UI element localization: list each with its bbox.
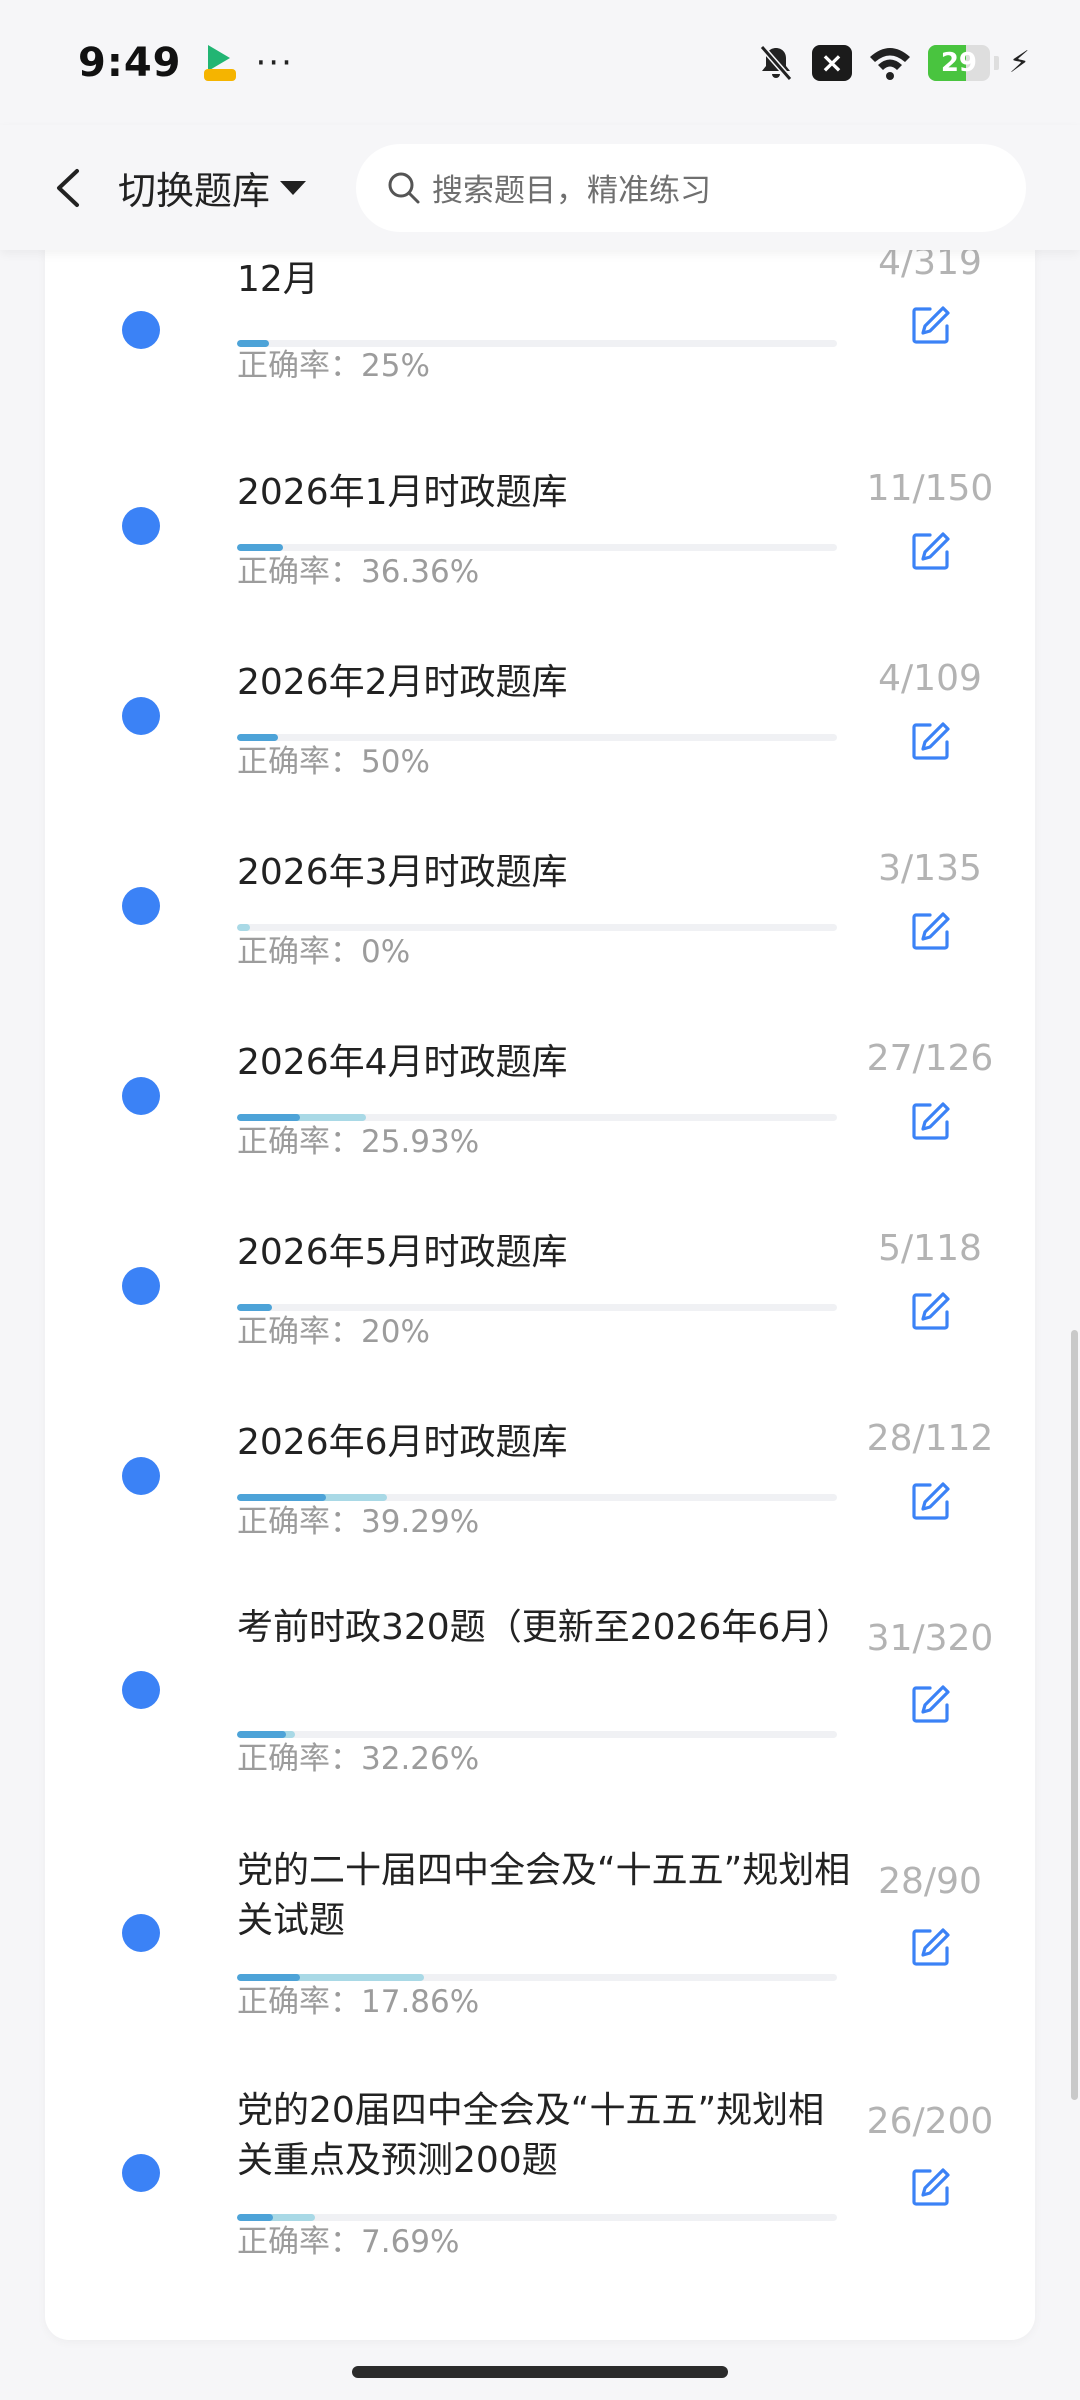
progress-count: 4/109 [878, 658, 982, 699]
accuracy-rate: 正确率：32.26% [237, 1741, 480, 1777]
home-indicator[interactable] [352, 2366, 728, 2378]
app-root: 9:49 ··· × 29 ⚡ 切换题库 搜索题目，精准练习 12月 正确率：2… [0, 0, 1080, 2400]
accuracy-rate: 正确率：7.69% [237, 2224, 460, 2260]
progress-count: 28/112 [866, 1418, 994, 1459]
status-dot [122, 2154, 160, 2192]
status-time: 9:49 [78, 39, 182, 86]
practice-edit-button[interactable] [910, 1480, 952, 1522]
practice-edit-button[interactable] [910, 530, 952, 572]
charging-icon: ⚡ [1008, 45, 1030, 80]
video-app-icon [202, 43, 238, 83]
bank-title: 2026年6月时政题库 [237, 1422, 568, 1463]
accuracy-rate: 正确率：25.93% [237, 1124, 480, 1160]
practice-edit-button[interactable] [910, 2166, 952, 2208]
search-icon [388, 172, 420, 203]
status-icons: × 29 ⚡ [756, 43, 1030, 83]
accuracy-rate: 正确率：25% [237, 348, 430, 384]
accuracy-rate: 正确率：20% [237, 1314, 430, 1350]
edit-icon [912, 532, 950, 570]
bank-title: 2026年4月时政题库 [237, 1042, 568, 1083]
progress-count: 5/118 [878, 1228, 982, 1269]
practice-edit-button[interactable] [910, 304, 952, 346]
progress-count: 11/150 [866, 468, 994, 509]
search-input[interactable]: 搜索题目，精准练习 [356, 143, 1027, 232]
top-bar: 切换题库 搜索题目，精准练习 [0, 125, 1080, 250]
caret-down-icon [280, 180, 307, 195]
bank-title: 2026年3月时政题库 [237, 852, 568, 893]
status-dot [122, 1077, 160, 1115]
edit-icon [912, 912, 950, 950]
status-dot [122, 1267, 160, 1305]
chevron-left-icon [57, 168, 79, 207]
switch-bank-label: 切换题库 [118, 169, 271, 213]
wifi-icon [868, 45, 912, 81]
edit-icon [912, 1685, 950, 1723]
bank-title: 考前时政320题（更新至2026年6月） [237, 1607, 853, 1648]
back-button[interactable] [38, 158, 98, 218]
status-dot [122, 507, 160, 545]
search-placeholder: 搜索题目，精准练习 [432, 173, 712, 209]
edit-icon [912, 722, 950, 760]
bell-muted-icon [756, 43, 796, 83]
practice-edit-button[interactable] [910, 720, 952, 762]
progress-count: 26/200 [866, 2101, 994, 2142]
status-dot [122, 1457, 160, 1495]
progress-count: 31/320 [866, 1618, 994, 1659]
edit-icon [912, 1292, 950, 1330]
battery-cap [993, 55, 999, 70]
status-dot [122, 1914, 160, 1952]
status-dot [122, 697, 160, 735]
progress-count: 28/90 [878, 1861, 982, 1902]
practice-edit-button[interactable] [910, 910, 952, 952]
edit-icon [912, 1928, 950, 1966]
progress-count: 27/126 [866, 1038, 994, 1079]
battery-icon: 29 [927, 44, 990, 81]
battery-level: 29 [940, 47, 978, 78]
bank-title: 2026年1月时政题库 [237, 472, 568, 513]
bank-title: 党的二十届四中全会及“十五五”规划相关试题 [237, 1850, 851, 1941]
edit-icon [912, 1102, 950, 1140]
bank-title: 2026年5月时政题库 [237, 1232, 568, 1273]
status-dot [122, 887, 160, 925]
practice-edit-button[interactable] [910, 1926, 952, 1968]
bank-title: 2026年2月时政题库 [237, 662, 568, 703]
scrollbar[interactable] [1071, 1330, 1078, 2100]
more-notifications-icon: ··· [255, 42, 294, 83]
accuracy-rate: 正确率：36.36% [237, 554, 480, 590]
accuracy-rate: 正确率：39.29% [237, 1504, 480, 1540]
practice-edit-button[interactable] [910, 1290, 952, 1332]
switch-bank-dropdown[interactable]: 切换题库 [118, 160, 307, 215]
practice-edit-button[interactable] [910, 1683, 952, 1725]
status-dot [122, 1671, 160, 1709]
edit-icon [912, 2168, 950, 2206]
accuracy-rate: 正确率：50% [237, 744, 430, 780]
status-bar: 9:49 ··· × 29 ⚡ [0, 0, 1080, 125]
bank-title: 党的20届四中全会及“十五五”规划相关重点及预测200题 [237, 2090, 825, 2181]
question-bank-card: 考前时政320题（重点看）到2025年12月 正确率：25% 4/319 202… [45, 209, 1035, 2340]
accuracy-rate: 正确率：17.86% [237, 1984, 480, 2020]
edit-icon [912, 1482, 950, 1520]
status-dot [122, 311, 160, 349]
edit-icon [912, 306, 950, 344]
accuracy-rate: 正确率：0% [237, 934, 411, 970]
practice-edit-button[interactable] [910, 1100, 952, 1142]
progress-count: 3/135 [878, 848, 982, 889]
close-box-icon: × [811, 44, 852, 81]
